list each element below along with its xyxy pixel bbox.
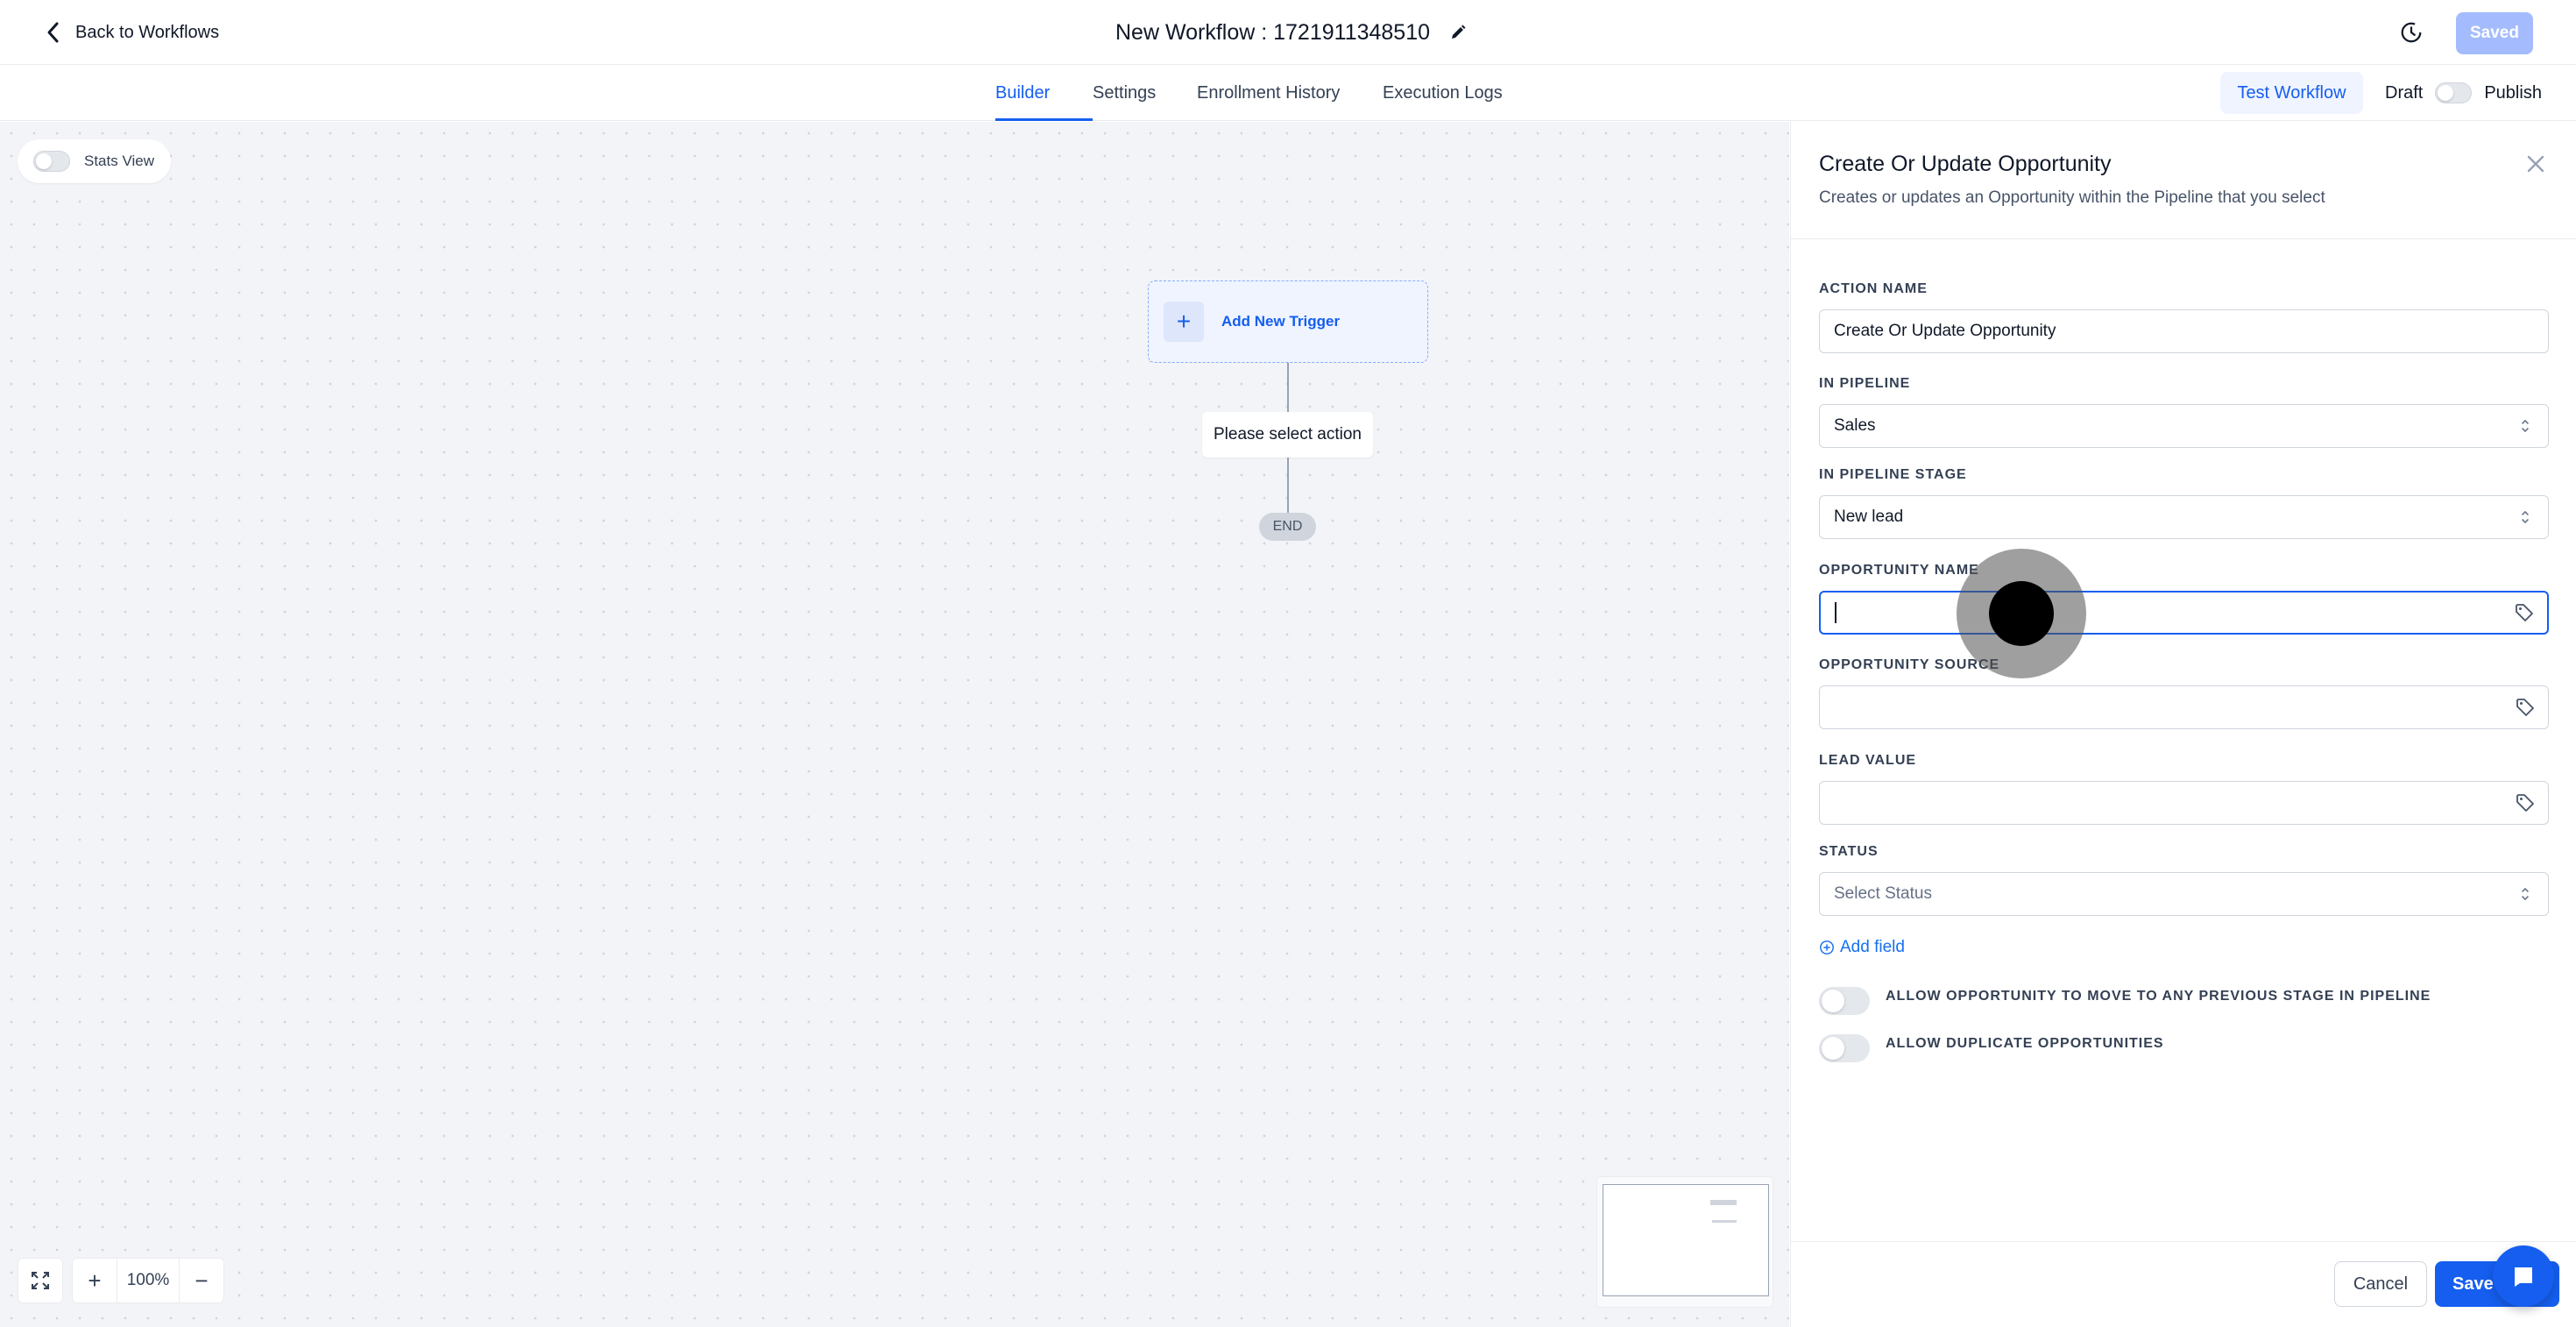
pipeline-select[interactable]: Sales (1819, 404, 2549, 448)
chevron-left-icon (47, 22, 59, 43)
action-name-label: ACTION NAME (1819, 281, 1928, 296)
opportunity-name-label: OPPORTUNITY NAME (1819, 563, 1979, 578)
zoom-out-button[interactable]: − (179, 1258, 224, 1303)
stats-view-toggle[interactable] (33, 151, 70, 172)
workflow-canvas[interactable]: Stats View + Add New Trigger Please sele… (0, 122, 1789, 1327)
text-cursor (1835, 602, 1836, 623)
plus-circle-icon (1820, 940, 1834, 954)
saved-button[interactable]: Saved (2456, 12, 2533, 54)
history-icon (2401, 22, 2422, 43)
close-icon[interactable] (2523, 152, 2548, 176)
tag-icon[interactable] (2514, 602, 2535, 623)
minimap-node (1712, 1220, 1737, 1223)
action-name-value: Create Or Update Opportunity (1834, 322, 2056, 340)
opportunity-source-input[interactable] (1819, 685, 2549, 729)
workflow-title: New Workflow : 1721911348510 (1115, 16, 1467, 49)
tab-list: Builder Settings Enrollment History Exec… (995, 65, 1523, 121)
tab-execution-logs[interactable]: Execution Logs (1383, 65, 1523, 121)
plus-icon: + (88, 1267, 102, 1294)
tag-icon[interactable] (2515, 697, 2536, 718)
stats-view-switch: Stats View (18, 139, 171, 183)
minimap[interactable] (1596, 1176, 1773, 1308)
select-arrows-icon (2515, 507, 2536, 528)
zoom-level: 100% (117, 1258, 179, 1303)
chat-icon (2515, 1267, 2532, 1287)
back-to-workflows-button[interactable]: Back to Workflows (44, 18, 219, 47)
end-node: END (1259, 513, 1316, 541)
action-settings-panel: Create Or Update Opportunity Creates or … (1790, 122, 2576, 1327)
select-arrows-icon (2515, 415, 2536, 436)
plus-icon: + (1164, 302, 1204, 342)
zoom-in-button[interactable]: + (72, 1258, 117, 1303)
select-arrows-icon (2515, 883, 2536, 905)
back-label: Back to Workflows (75, 22, 220, 42)
tab-builder[interactable]: Builder (995, 65, 1093, 121)
action-name-input[interactable]: Create Or Update Opportunity (1819, 309, 2549, 353)
minimap-node (1710, 1200, 1737, 1205)
panel-subtitle: Creates or updates an Opportunity within… (1819, 188, 2325, 207)
pipeline-stage-value: New lead (1834, 507, 1904, 526)
minimap-viewport (1603, 1184, 1769, 1296)
connector-line (1287, 458, 1289, 513)
allow-duplicates-label: ALLOW DUPLICATE OPPORTUNITIES (1886, 1036, 2164, 1051)
expand-icon (32, 1272, 49, 1289)
pipeline-stage-select[interactable]: New lead (1819, 495, 2549, 539)
stats-view-label: Stats View (84, 153, 155, 169)
add-field-label: Add field (1840, 938, 1905, 956)
test-workflow-button[interactable]: Test Workflow (2220, 72, 2363, 114)
add-field-link[interactable]: Add field (1819, 938, 1905, 957)
tag-icon[interactable] (2515, 792, 2536, 813)
publish-switch: Draft Publish (2385, 72, 2542, 114)
click-indicator-center (1989, 581, 2054, 646)
tab-enrollment-history[interactable]: Enrollment History (1197, 65, 1383, 121)
publish-toggle[interactable] (2435, 82, 2473, 103)
fit-view-button[interactable] (18, 1258, 63, 1303)
pipeline-stage-label: IN PIPELINE STAGE (1819, 467, 1967, 482)
panel-header: Create Or Update Opportunity Creates or … (1791, 122, 2576, 239)
tab-settings[interactable]: Settings (1093, 65, 1197, 121)
tabs-bar: Builder Settings Enrollment History Exec… (0, 65, 2576, 121)
lead-value-label: LEAD VALUE (1819, 753, 1917, 768)
top-header: Back to Workflows New Workflow : 1721911… (0, 0, 2576, 65)
allow-previous-stage-row: ALLOW OPPORTUNITY TO MOVE TO ANY PREVIOU… (1819, 987, 2431, 1015)
status-placeholder: Select Status (1834, 884, 1932, 903)
cancel-button[interactable]: Cancel (2334, 1261, 2427, 1307)
minus-icon: − (195, 1267, 209, 1294)
allow-previous-stage-label: ALLOW OPPORTUNITY TO MOVE TO ANY PREVIOU… (1886, 989, 2431, 1004)
panel-footer: Cancel Save Action (1791, 1241, 2576, 1327)
opportunity-name-input[interactable] (1819, 591, 2549, 635)
status-select[interactable]: Select Status (1819, 872, 2549, 916)
pipeline-label: IN PIPELINE (1819, 376, 1911, 391)
pencil-icon[interactable] (1449, 24, 1467, 41)
status-label: STATUS (1819, 844, 1879, 859)
pipeline-value: Sales (1834, 416, 1876, 435)
connector-line (1287, 363, 1289, 412)
draft-label: Draft (2385, 82, 2424, 103)
publish-label: Publish (2484, 82, 2542, 103)
add-trigger-node[interactable]: + Add New Trigger (1148, 280, 1428, 363)
allow-duplicates-row: ALLOW DUPLICATE OPPORTUNITIES (1819, 1034, 2164, 1062)
panel-title: Create Or Update Opportunity (1819, 152, 2112, 176)
zoom-controls: + 100% − (18, 1258, 224, 1303)
lead-value-input[interactable] (1819, 781, 2549, 825)
allow-previous-stage-toggle[interactable] (1819, 987, 1870, 1015)
add-trigger-label: Add New Trigger (1221, 313, 1341, 330)
chat-widget-button[interactable] (2493, 1245, 2554, 1307)
opportunity-source-label: OPPORTUNITY SOURCE (1819, 657, 2000, 672)
workflow-title-text: New Workflow : 1721911348510 (1115, 19, 1431, 45)
allow-duplicates-toggle[interactable] (1819, 1034, 1870, 1062)
history-button[interactable] (2396, 18, 2426, 47)
select-action-node[interactable]: Please select action (1202, 412, 1373, 458)
